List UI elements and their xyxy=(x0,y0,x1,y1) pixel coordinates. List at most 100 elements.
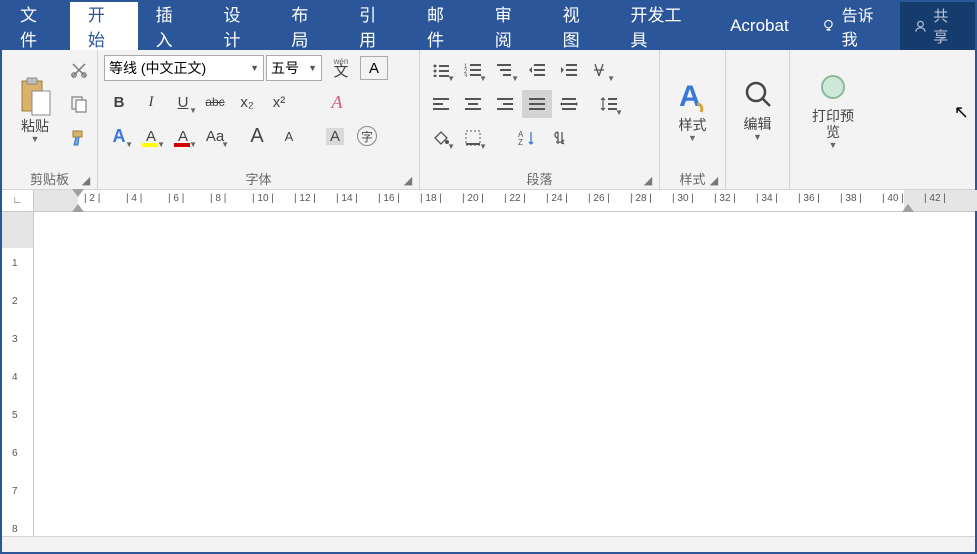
vruler-tick: 4 xyxy=(12,372,18,383)
character-border-button[interactable]: A xyxy=(360,56,388,80)
tab-home[interactable]: 开始 xyxy=(70,2,138,50)
chevron-down-icon: ▼ xyxy=(189,106,197,115)
shrink-font-button[interactable]: A xyxy=(274,122,304,150)
hruler-tick: | 34 | xyxy=(756,193,778,204)
vertical-ruler[interactable]: 12345678 xyxy=(2,212,34,536)
right-indent[interactable] xyxy=(902,204,914,212)
underline-button[interactable]: U▼ xyxy=(168,88,198,116)
styles-launcher[interactable]: ◢ xyxy=(707,173,721,187)
chevron-down-icon: ▼ xyxy=(31,134,40,144)
styles-button[interactable]: A 样式 ▼ xyxy=(665,54,721,167)
tell-me-search[interactable]: 告诉我 xyxy=(807,2,901,50)
lightbulb-icon xyxy=(821,18,836,34)
hruler-tick: | 18 | xyxy=(420,193,442,204)
search-icon xyxy=(743,79,773,115)
scissors-icon xyxy=(70,61,88,79)
align-right-icon xyxy=(497,97,513,111)
hruler-tick: | 20 | xyxy=(462,193,484,204)
enclose-char-button[interactable]: 字 xyxy=(352,122,382,150)
hruler-tick: | 38 | xyxy=(840,193,862,204)
tab-references[interactable]: 引用 xyxy=(341,2,409,50)
tab-selector[interactable]: ∟ xyxy=(2,190,34,211)
paste-label: 粘贴 xyxy=(21,119,49,134)
phonetic-guide-button[interactable]: wén文 xyxy=(324,54,358,82)
hruler-tick: | 42 | xyxy=(924,193,946,204)
hruler-tick: | 14 | xyxy=(336,193,358,204)
clipboard-launcher[interactable]: ◢ xyxy=(79,173,93,187)
change-case-button[interactable]: Aa▼ xyxy=(200,122,230,150)
chevron-down-icon: ▼ xyxy=(615,108,623,117)
align-justify-button[interactable] xyxy=(522,90,552,118)
hruler-tick: | 40 | xyxy=(882,193,904,204)
asian-layout-button[interactable]: ▼ xyxy=(586,56,616,84)
hruler-tick: | 26 | xyxy=(588,193,610,204)
font-name-combo[interactable]: 等线 (中文正文)▼ xyxy=(104,55,264,81)
hruler-tick: | 32 | xyxy=(714,193,736,204)
share-button[interactable]: 共享 xyxy=(900,2,975,50)
tab-view[interactable]: 视图 xyxy=(545,2,613,50)
chevron-down-icon: ▼ xyxy=(157,140,165,149)
clear-formatting-button[interactable]: A xyxy=(322,88,352,116)
tab-insert[interactable]: 插入 xyxy=(138,2,206,50)
align-center-button[interactable] xyxy=(458,90,488,118)
tab-mailings[interactable]: 邮件 xyxy=(409,2,477,50)
subscript-button[interactable]: x₂ xyxy=(232,88,262,116)
char-shading-button[interactable]: A xyxy=(320,122,350,150)
chevron-down-icon: ▼ xyxy=(250,63,259,73)
strikethrough-button[interactable]: abc xyxy=(200,88,230,116)
align-left-button[interactable] xyxy=(426,90,456,118)
print-preview-button[interactable]: 打印预览 ▼ xyxy=(796,54,870,167)
tab-layout[interactable]: 布局 xyxy=(273,2,341,50)
horizontal-ruler[interactable]: ∟ | 2 || 4 || 6 || 8 || 10 || 12 || 14 |… xyxy=(2,190,975,212)
vruler-tick: 3 xyxy=(12,334,18,345)
hruler-tick: | 28 | xyxy=(630,193,652,204)
increase-indent-button[interactable] xyxy=(554,56,584,84)
format-painter-button[interactable] xyxy=(64,124,94,152)
font-group-label: 字体 xyxy=(245,169,271,188)
font-size-value: 五号 xyxy=(271,58,299,78)
numbering-button[interactable]: 123▼ xyxy=(458,56,488,84)
tab-review[interactable]: 审阅 xyxy=(477,2,545,50)
superscript-button[interactable]: x² xyxy=(264,88,294,116)
hanging-indent[interactable] xyxy=(72,204,84,212)
shading-button[interactable]: ▼ xyxy=(426,124,456,152)
paste-button[interactable]: 粘贴 ▼ xyxy=(8,54,62,167)
copy-button[interactable] xyxy=(64,90,94,118)
align-right-button[interactable] xyxy=(490,90,520,118)
styles-icon: A xyxy=(675,78,711,116)
multilevel-list-button[interactable]: ▼ xyxy=(490,56,520,84)
font-size-combo[interactable]: 五号▼ xyxy=(266,55,322,81)
line-spacing-button[interactable]: ▼ xyxy=(594,90,624,118)
styles-group-label: 样式 xyxy=(679,169,705,188)
font-color-button[interactable]: A▼ xyxy=(168,122,198,150)
borders-button[interactable]: ▼ xyxy=(458,124,488,152)
pilcrow-icon xyxy=(552,130,566,146)
group-clipboard: 粘贴 ▼ 剪贴板◢ xyxy=(2,50,98,189)
tab-file[interactable]: 文件 xyxy=(2,2,70,50)
cut-button[interactable] xyxy=(64,56,94,84)
bullets-button[interactable]: ▼ xyxy=(426,56,456,84)
svg-text:Z: Z xyxy=(518,138,523,146)
distributed-button[interactable] xyxy=(554,90,584,118)
grow-font-button[interactable]: A xyxy=(242,122,272,150)
paragraph-launcher[interactable]: ◢ xyxy=(641,173,655,187)
hruler-tick: | 6 | xyxy=(168,193,184,204)
first-line-indent[interactable] xyxy=(72,189,84,197)
tab-design[interactable]: 设计 xyxy=(205,2,273,50)
tab-developer[interactable]: 开发工具 xyxy=(612,2,712,50)
distributed-icon xyxy=(560,97,578,111)
italic-button[interactable]: I xyxy=(136,88,166,116)
font-launcher[interactable]: ◢ xyxy=(401,173,415,187)
tab-acrobat[interactable]: Acrobat xyxy=(712,2,807,50)
show-marks-button[interactable] xyxy=(544,124,574,152)
share-label: 共享 xyxy=(933,5,961,47)
group-paragraph: ▼ 123▼ ▼ ▼ ▼ ▼ ▼ AZ xyxy=(420,50,660,189)
document-page[interactable] xyxy=(34,212,975,536)
editing-button[interactable]: 编辑 ▼ xyxy=(733,54,783,167)
decrease-indent-button[interactable] xyxy=(522,56,552,84)
bold-button[interactable]: B xyxy=(104,88,134,116)
sort-button[interactable]: AZ xyxy=(512,124,542,152)
text-effects-button[interactable]: A▼ xyxy=(104,122,134,150)
highlight-color-button[interactable]: A▼ xyxy=(136,122,166,150)
phonetic-char: 文 xyxy=(333,65,348,79)
